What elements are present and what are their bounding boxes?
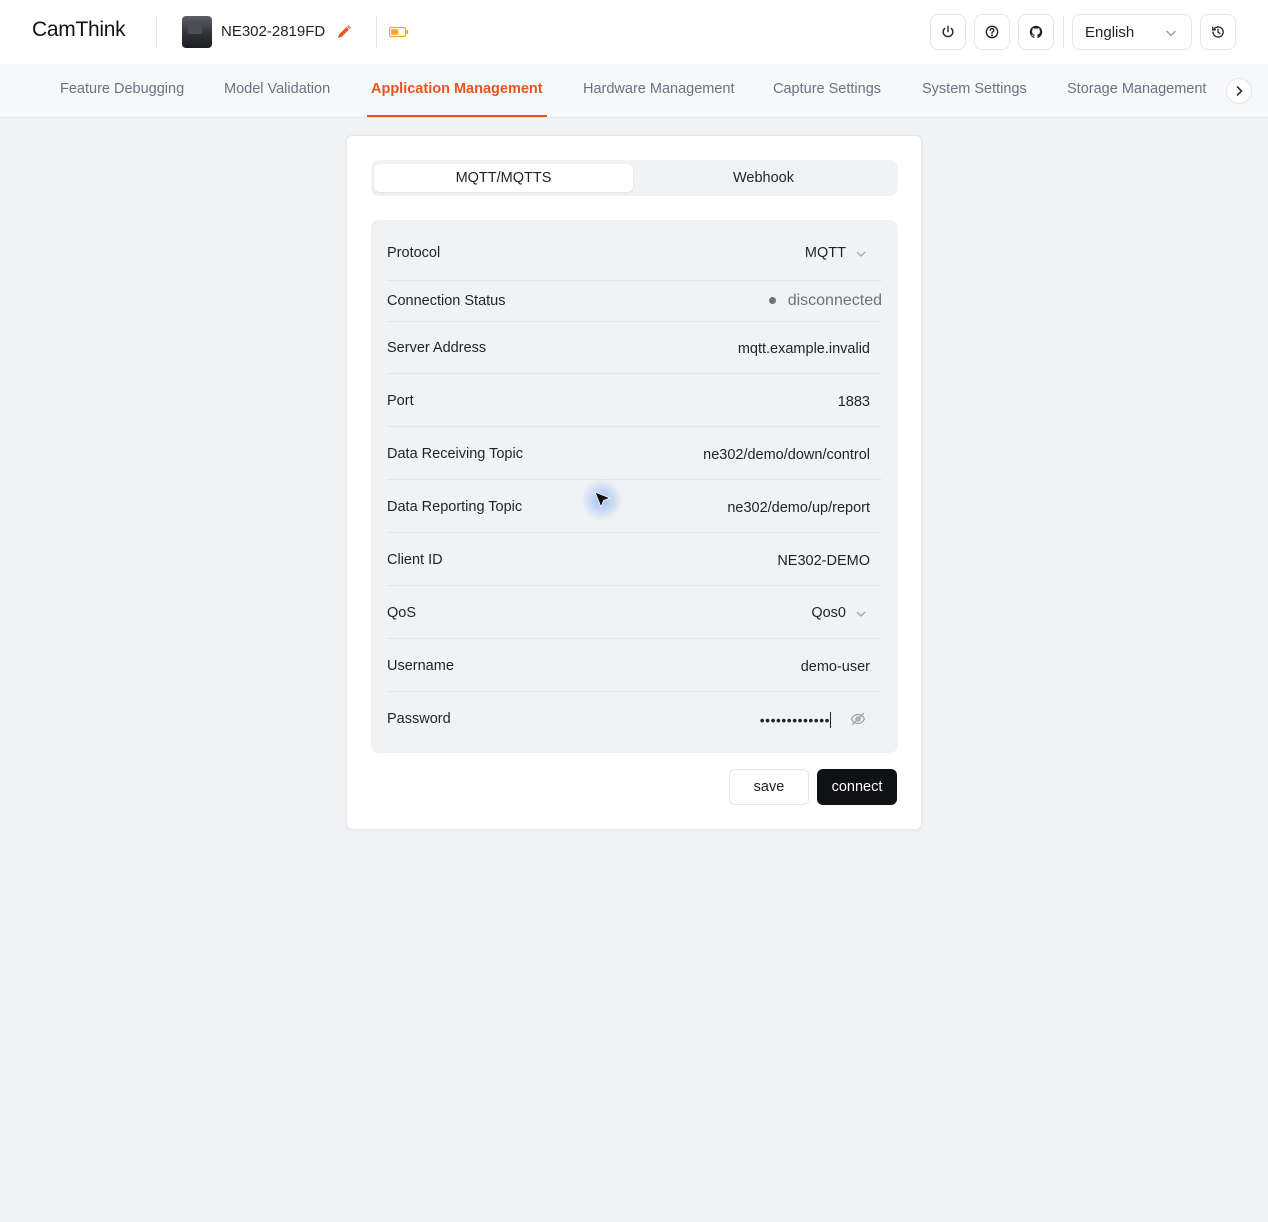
power-icon bbox=[942, 25, 954, 38]
port-row: Port 1883 bbox=[387, 374, 882, 427]
eye-off-icon[interactable] bbox=[850, 712, 866, 726]
tab-webhook[interactable]: Webhook bbox=[634, 164, 893, 192]
tab-mqtt[interactable]: MQTT/MQTTS bbox=[374, 164, 633, 192]
nav-model-validation[interactable]: Model Validation bbox=[224, 81, 330, 97]
chevron-down-icon[interactable] bbox=[856, 610, 866, 618]
language-value: English bbox=[1085, 23, 1135, 41]
server-address-input[interactable]: mqtt.example.invalid bbox=[738, 341, 870, 357]
protocol-select[interactable]: MQTT bbox=[805, 245, 846, 261]
connection-status-label: Connection Status bbox=[387, 293, 506, 309]
text-caret bbox=[830, 712, 831, 728]
divider bbox=[156, 16, 157, 48]
nav-system-settings[interactable]: System Settings bbox=[922, 81, 1027, 97]
battery-icon bbox=[389, 26, 409, 38]
username-label: Username bbox=[387, 658, 454, 674]
protocol-tabs: MQTT/MQTTS Webhook bbox=[371, 160, 898, 196]
divider bbox=[1063, 16, 1064, 48]
reporting-topic-input[interactable]: ne302/demo/up/report bbox=[727, 500, 870, 516]
device-image bbox=[182, 16, 212, 48]
receiving-topic-row: Data Receiving Topic ne302/demo/down/con… bbox=[387, 427, 882, 480]
server-address-row: Server Address mqtt.example.invalid bbox=[387, 322, 882, 374]
save-button[interactable]: save bbox=[729, 769, 809, 805]
nav-hardware-management[interactable]: Hardware Management bbox=[583, 81, 735, 97]
mqtt-settings-card: MQTT/MQTTS Webhook Protocol MQTT Connect… bbox=[346, 135, 922, 830]
camthink-logo[interactable]: CamThink bbox=[32, 18, 126, 42]
qos-label: QoS bbox=[387, 605, 417, 621]
client-id-label: Client ID bbox=[387, 552, 443, 568]
help-icon bbox=[985, 25, 999, 39]
logo-text-cam: Cam bbox=[32, 18, 76, 41]
nav-application-management[interactable]: Application Management bbox=[371, 81, 543, 97]
help-button[interactable] bbox=[974, 14, 1010, 50]
mouse-cursor-icon bbox=[581, 479, 623, 521]
device-name: NE302-2819FD bbox=[221, 23, 326, 40]
qos-row: QoS Qos0 bbox=[387, 586, 882, 639]
reporting-topic-label: Data Reporting Topic bbox=[387, 499, 523, 515]
mqtt-form: Protocol MQTT Connection Status disconne… bbox=[371, 220, 898, 753]
connect-button[interactable]: connect bbox=[817, 769, 897, 805]
nav-capture-settings[interactable]: Capture Settings bbox=[773, 81, 881, 97]
qos-select[interactable]: Qos0 bbox=[811, 605, 846, 621]
top-bar: CamThink NE302-2819FD English bbox=[0, 0, 1268, 64]
username-row: Username demo-user bbox=[387, 639, 882, 692]
status-dot bbox=[769, 297, 776, 304]
username-input[interactable]: demo-user bbox=[801, 659, 870, 675]
logo-text-think: Think bbox=[75, 18, 126, 41]
password-label: Password bbox=[387, 711, 451, 727]
protocol-label: Protocol bbox=[387, 245, 441, 261]
nav-scroll-right-button[interactable] bbox=[1226, 78, 1252, 104]
edit-icon[interactable] bbox=[336, 24, 352, 40]
port-label: Port bbox=[387, 393, 414, 409]
client-id-input[interactable]: NE302-DEMO bbox=[777, 553, 870, 569]
connection-status-value: disconnected bbox=[787, 292, 882, 309]
history-button[interactable] bbox=[1200, 14, 1236, 50]
protocol-row: Protocol MQTT bbox=[387, 220, 882, 281]
nav-storage-management[interactable]: Storage Management bbox=[1067, 81, 1206, 97]
receiving-topic-label: Data Receiving Topic bbox=[387, 446, 523, 462]
chevron-down-icon bbox=[1166, 30, 1176, 37]
port-input[interactable]: 1883 bbox=[838, 394, 870, 410]
history-icon bbox=[1212, 26, 1224, 38]
divider bbox=[376, 16, 377, 48]
chevron-right-icon bbox=[1236, 85, 1243, 97]
server-address-label: Server Address bbox=[387, 340, 487, 356]
reporting-topic-row: Data Reporting Topic ne302/demo/up/repor… bbox=[387, 480, 882, 533]
language-select[interactable]: English bbox=[1072, 14, 1192, 50]
password-row: Password ••••••••••••• bbox=[387, 692, 882, 753]
password-input[interactable]: ••••••••••••• bbox=[760, 712, 830, 728]
receiving-topic-input[interactable]: ne302/demo/down/control bbox=[703, 447, 870, 463]
nav-feature-debugging[interactable]: Feature Debugging bbox=[60, 81, 184, 97]
connection-status-row: Connection Status disconnected bbox=[387, 281, 882, 322]
client-id-row: Client ID NE302-DEMO bbox=[387, 533, 882, 586]
power-button[interactable] bbox=[930, 14, 966, 50]
github-icon bbox=[1029, 25, 1043, 38]
main-nav: Feature Debugging Model Validation Appli… bbox=[0, 64, 1268, 118]
chevron-down-icon[interactable] bbox=[856, 250, 866, 258]
github-button[interactable] bbox=[1018, 14, 1054, 50]
active-tab-indicator bbox=[367, 115, 547, 117]
